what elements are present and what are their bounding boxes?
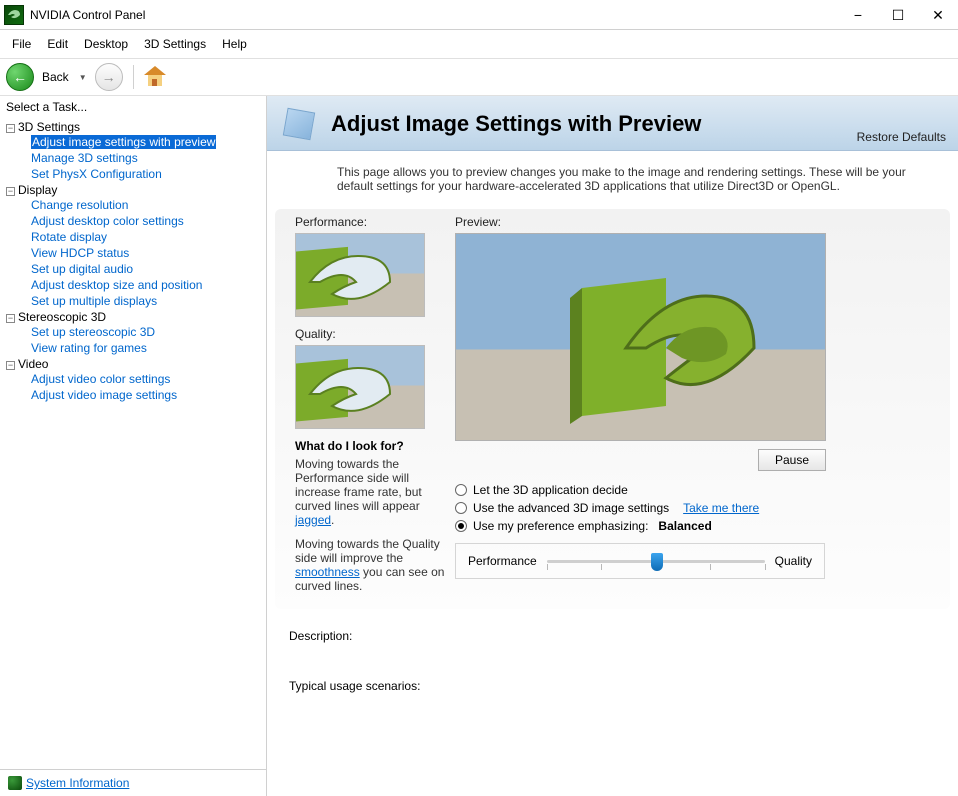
radio-advanced-label: Use the advanced 3D image settings	[473, 501, 669, 515]
preview-label: Preview:	[455, 215, 930, 229]
sidebar-item-digital-audio[interactable]: Set up digital audio	[31, 262, 133, 276]
performance-label: Performance:	[295, 215, 445, 229]
sidebar-item-adjust-image-settings[interactable]: Adjust image settings with preview	[31, 135, 216, 149]
sidebar-header: Select a Task...	[0, 96, 266, 118]
slider-right-label: Quality	[775, 554, 812, 568]
menu-desktop[interactable]: Desktop	[76, 34, 136, 54]
titlebar: NVIDIA Control Panel − ☐ ✕	[0, 0, 958, 30]
slider-left-label: Performance	[468, 554, 537, 568]
tree-toggle[interactable]: −	[6, 124, 15, 133]
sidebar-item-adjust-desktop-color[interactable]: Adjust desktop color settings	[31, 214, 184, 228]
page-banner: Adjust Image Settings with Preview Resto…	[267, 96, 958, 151]
menu-3d-settings[interactable]: 3D Settings	[136, 34, 214, 54]
toolbar-separator	[133, 65, 134, 89]
sidebar-item-video-color[interactable]: Adjust video color settings	[31, 372, 170, 386]
sidebar-item-setup-stereo-3d[interactable]: Set up stereoscopic 3D	[31, 325, 155, 339]
system-information-link[interactable]: System Information	[26, 776, 129, 790]
sysinfo-icon	[8, 776, 22, 790]
quality-thumbnail	[295, 345, 425, 429]
preview-pane	[455, 233, 826, 441]
radio-app-decide[interactable]	[455, 484, 467, 496]
menu-file[interactable]: File	[4, 34, 39, 54]
minimize-button[interactable]: −	[838, 0, 878, 30]
restore-defaults-link[interactable]: Restore Defaults	[857, 130, 946, 144]
window-title: NVIDIA Control Panel	[30, 8, 838, 22]
what-look-for-header: What do I look for?	[295, 439, 445, 453]
tree-group-display[interactable]: Display	[18, 183, 57, 197]
nvidia-icon	[4, 5, 24, 25]
tree-group-stereoscopic[interactable]: Stereoscopic 3D	[18, 310, 106, 324]
quality-label: Quality:	[295, 327, 445, 341]
home-button[interactable]	[144, 66, 166, 88]
sidebar-item-video-image[interactable]: Adjust video image settings	[31, 388, 177, 402]
take-me-there-link[interactable]: Take me there	[683, 501, 759, 515]
sidebar-item-desktop-size-position[interactable]: Adjust desktop size and position	[31, 278, 202, 292]
preference-slider-row: Performance Quality	[455, 543, 825, 579]
tree-toggle[interactable]: −	[6, 314, 15, 323]
back-label: Back	[42, 70, 69, 84]
sidebar-item-manage-3d-settings[interactable]: Manage 3D settings	[31, 151, 138, 165]
usage-scenarios-label: Typical usage scenarios:	[289, 679, 936, 693]
sidebar: Select a Task... −3D Settings Adjust ima…	[0, 96, 267, 796]
menu-help[interactable]: Help	[214, 34, 255, 54]
history-dropdown[interactable]: ▼	[75, 73, 91, 82]
sidebar-item-multiple-displays[interactable]: Set up multiple displays	[31, 294, 157, 308]
sidebar-item-set-physx[interactable]: Set PhysX Configuration	[31, 167, 162, 181]
radio-preference-label: Use my preference emphasizing:	[473, 519, 648, 533]
tree-toggle[interactable]: −	[6, 187, 15, 196]
slider-thumb[interactable]	[651, 553, 663, 571]
close-button[interactable]: ✕	[918, 0, 958, 30]
what-look-for-quality: Moving towards the Quality side will imp…	[295, 537, 445, 593]
preference-slider[interactable]	[547, 560, 765, 563]
sidebar-item-change-resolution[interactable]: Change resolution	[31, 198, 128, 212]
back-button[interactable]: ←	[6, 63, 34, 91]
radio-app-decide-label: Let the 3D application decide	[473, 483, 628, 497]
task-tree: −3D Settings Adjust image settings with …	[0, 118, 266, 769]
pause-button[interactable]: Pause	[758, 449, 826, 471]
maximize-button[interactable]: ☐	[878, 0, 918, 30]
main-panel: Adjust Image Settings with Preview Resto…	[267, 96, 958, 796]
what-look-for-perf: Moving towards the Performance side will…	[295, 457, 445, 527]
sidebar-item-view-hdcp[interactable]: View HDCP status	[31, 246, 129, 260]
forward-button[interactable]: →	[95, 63, 123, 91]
jagged-link[interactable]: jagged	[295, 513, 331, 527]
tree-group-3d-settings[interactable]: 3D Settings	[18, 120, 80, 134]
toolbar: ← Back ▼ →	[0, 59, 958, 96]
tree-toggle[interactable]: −	[6, 361, 15, 370]
sidebar-item-rotate-display[interactable]: Rotate display	[31, 230, 107, 244]
menu-edit[interactable]: Edit	[39, 34, 76, 54]
page-icon	[279, 104, 319, 144]
sidebar-item-view-rating-games[interactable]: View rating for games	[31, 341, 147, 355]
page-title: Adjust Image Settings with Preview	[331, 111, 701, 137]
tree-group-video[interactable]: Video	[18, 357, 48, 371]
radio-preference[interactable]	[455, 520, 467, 532]
menubar: File Edit Desktop 3D Settings Help	[0, 30, 958, 59]
description-label: Description:	[289, 629, 936, 643]
page-intro: This page allows you to preview changes …	[267, 151, 958, 209]
radio-advanced[interactable]	[455, 502, 467, 514]
smoothness-link[interactable]: smoothness	[295, 565, 360, 579]
performance-thumbnail	[295, 233, 425, 317]
preference-value: Balanced	[658, 519, 711, 533]
